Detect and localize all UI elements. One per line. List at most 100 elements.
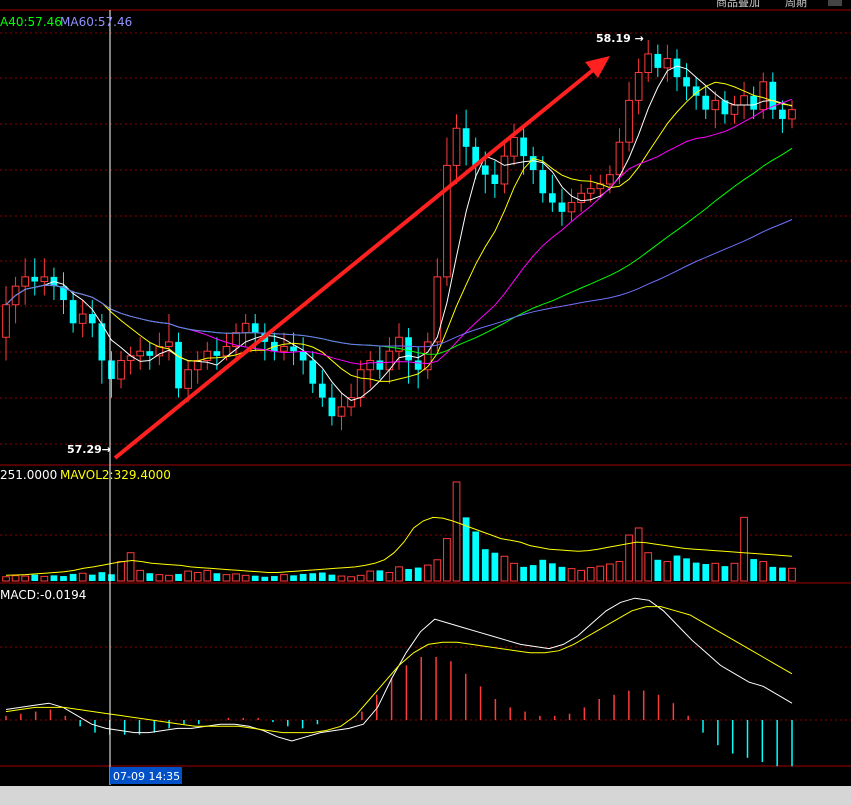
volume-bar (577, 569, 585, 582)
volume-bar (78, 572, 87, 582)
volume-bar (347, 576, 355, 582)
volume-bar (549, 563, 556, 581)
volume-bar (136, 569, 145, 582)
macd-series (5, 597, 793, 767)
volume-bar (663, 561, 672, 582)
volume-bar (232, 573, 240, 582)
candle-body-up (126, 355, 135, 361)
candle-body-up (625, 99, 633, 143)
candle-body-up (433, 276, 442, 343)
candle-body-up (337, 406, 346, 417)
cursor-time-label: 07-09 14:35 (113, 770, 180, 783)
candle-body-up (730, 104, 739, 115)
status-bar (0, 786, 851, 805)
volume-bar (491, 552, 499, 581)
volume-bar (241, 574, 250, 582)
volume-bar (385, 572, 394, 582)
candle-body-down (405, 337, 412, 361)
candle-body-down (318, 383, 326, 398)
volume-bar (788, 567, 796, 582)
candle-body-down (683, 77, 690, 87)
volume-bars (2, 481, 796, 582)
toolbar-period-button[interactable]: 周期 (785, 0, 807, 9)
volume-bar (443, 538, 451, 582)
candle-body-down (481, 165, 489, 175)
volume-bar (222, 574, 231, 582)
candle-body-up (366, 359, 375, 371)
candle-body-down (491, 174, 499, 184)
volume-bar (433, 559, 442, 582)
volume-bar (405, 568, 412, 581)
volume-bar (299, 573, 307, 581)
volume-bar (376, 570, 384, 581)
volume-bar (328, 574, 336, 581)
volume-bar (88, 574, 96, 581)
candle-body-up (788, 109, 796, 120)
volume-bar (366, 570, 375, 582)
volume-bar (673, 555, 681, 581)
volume-bar (567, 568, 576, 582)
volume-bar (318, 572, 326, 581)
volume-bar (395, 566, 403, 582)
volume-bar (452, 481, 461, 582)
volume-bar (500, 555, 509, 582)
candle-body-down (175, 341, 182, 389)
candle-body-up (644, 53, 653, 74)
volume-bar (146, 573, 154, 581)
candle-body-up (663, 58, 672, 69)
candle-body-up (184, 369, 192, 389)
ma60-legend: MA60:57.46 (60, 15, 132, 29)
volume-bar (309, 573, 317, 581)
candle-series (2, 40, 796, 431)
toolbar-icon[interactable] (828, 0, 842, 6)
volume-bar (184, 570, 192, 582)
volume-bar (558, 566, 566, 581)
volume-bar (654, 559, 662, 581)
toolbar-overlay-button[interactable]: 商品叠加 (716, 0, 760, 9)
volume-bar (529, 565, 537, 581)
volume-bar (625, 534, 633, 582)
volume-bar (472, 531, 480, 581)
volume-bar (414, 567, 422, 581)
volume-bar (721, 566, 729, 581)
candle-body-up (21, 276, 30, 287)
candle-body-down (779, 109, 786, 119)
candle-body-up (606, 174, 614, 185)
volume-bar (644, 552, 653, 582)
volume-bar (711, 562, 720, 582)
candle-body-up (615, 141, 624, 176)
candle-body-down (558, 202, 566, 212)
volume-bar (40, 575, 49, 582)
volume-bar (702, 564, 710, 581)
volume-bar (606, 563, 614, 582)
volume-bar (271, 576, 278, 581)
candle-body-down (654, 53, 662, 68)
volume-bar (203, 569, 212, 582)
candle-body-down (328, 397, 336, 417)
candle-body-down (539, 170, 547, 194)
candle-body-up (740, 95, 748, 106)
candle-body-up (634, 72, 643, 101)
volume-bar (510, 562, 518, 582)
volume-bar (175, 573, 182, 581)
candle-body-down (414, 360, 422, 370)
candle-body-down (376, 360, 384, 370)
candle-body-up (759, 81, 768, 111)
volume-bar (50, 575, 58, 581)
volume-bar (730, 562, 739, 582)
candle-body-up (280, 346, 288, 352)
volume-bar (692, 562, 700, 581)
candle-body-up (2, 304, 10, 338)
mavol-legend: MAVOL2:329.4000 (60, 468, 171, 482)
volume-bar (2, 576, 10, 582)
volume-bar (520, 566, 527, 581)
volume-bar (261, 576, 269, 581)
volume-bar (251, 575, 259, 581)
candle-body-down (462, 128, 470, 147)
candle-body-up (117, 359, 125, 380)
candle-body-down (69, 300, 77, 324)
candle-body-up (711, 99, 720, 111)
volume-bar (740, 516, 748, 582)
chart-canvas[interactable]: A40:57.46 MA60:57.46 251.0000 MAVOL2:329… (0, 0, 851, 786)
low-label: 57.29→ (67, 443, 111, 456)
